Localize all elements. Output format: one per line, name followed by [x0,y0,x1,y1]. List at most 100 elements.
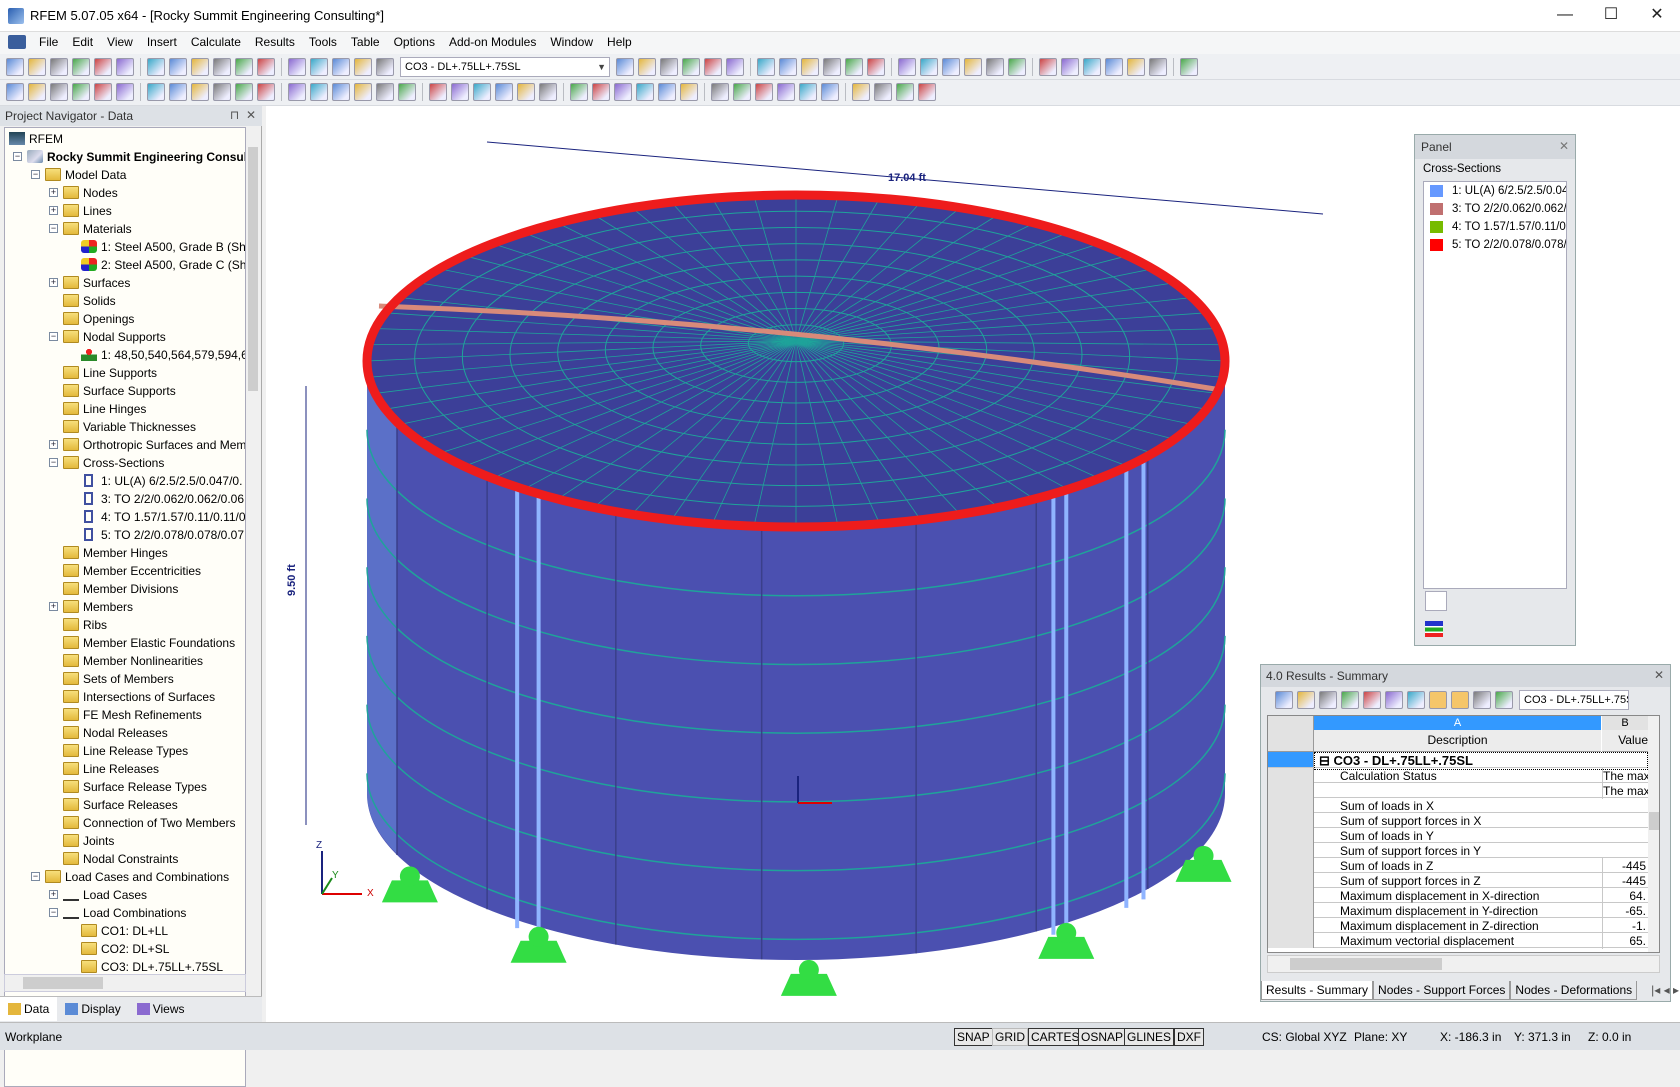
tree-item[interactable]: 1: Steel A500, Grade B (Shape) [5,238,245,256]
menu-file[interactable]: File [32,32,65,52]
toggle-cartes[interactable]: CARTES [1028,1028,1083,1046]
doc-icon[interactable] [8,35,26,49]
menu-insert[interactable]: Insert [140,32,184,52]
report-icon[interactable] [1149,58,1167,76]
expand-icon[interactable]: + [49,440,58,449]
tree-item[interactable]: Connection of Two Members [5,814,245,832]
scale-tool-icon[interactable] [310,83,328,101]
tree-item[interactable]: Nodal Constraints [5,850,245,868]
menu-table[interactable]: Table [344,32,387,52]
guideline-icon[interactable] [451,83,469,101]
table-row[interactable]: The maxi [1268,783,1659,799]
view-x-icon[interactable] [473,83,491,101]
tree-item[interactable]: Variable Thicknesses [5,418,245,436]
filter-icon[interactable] [1105,58,1123,76]
folder-icon[interactable] [310,58,328,76]
table-row[interactable]: Sum of loads in Z -445 [1268,858,1659,874]
pin-icon[interactable]: ⊓ [230,108,239,122]
render-tool-icon[interactable] [733,83,751,101]
load-combination-select[interactable]: CO3 - DL+.75LL+.75SL ▼ [400,57,610,77]
camera-icon[interactable] [1061,58,1079,76]
rotate-icon[interactable] [257,83,275,101]
row-header[interactable] [1268,783,1314,798]
menu-window[interactable]: Window [543,32,600,52]
tree-item[interactable]: Line Release Types [5,742,245,760]
collapse-icon[interactable]: − [31,170,40,179]
solid-icon[interactable] [94,83,112,101]
collapse-icon[interactable]: − [49,458,58,467]
tree-item[interactable]: + Lines [5,202,245,220]
save-all-icon[interactable] [50,58,68,76]
group-row[interactable]: ⊟ CO3 - DL+.75LL+.75SL [1268,752,1659,770]
tree-item[interactable]: − Cross-Sections [5,454,245,472]
table-row[interactable]: Sum of support forces in Z -445 [1268,873,1659,889]
member-tool-icon[interactable] [50,83,68,101]
tree-horizontal-scrollbar[interactable] [4,974,246,992]
render-icon[interactable] [801,58,819,76]
comment-icon[interactable] [429,83,447,101]
view-z-icon[interactable] [517,83,535,101]
menu-edit[interactable]: Edit [65,32,100,52]
tree-item[interactable]: Joints [5,832,245,850]
node-icon[interactable] [964,58,982,76]
transparent-icon[interactable] [711,83,729,101]
tree-item[interactable]: + Load Cases [5,886,245,904]
navigator-close-icon[interactable]: ✕ [246,108,256,122]
graph-icon[interactable] [1275,691,1293,709]
dimension-icon[interactable] [398,83,416,101]
divide-icon[interactable] [332,83,350,101]
new-icon[interactable] [6,58,24,76]
save-icon[interactable] [94,58,112,76]
table-view-icon[interactable] [1473,691,1491,709]
pan-icon[interactable] [614,83,632,101]
redo-icon[interactable] [191,58,209,76]
legend-icon[interactable] [874,83,892,101]
table-row[interactable]: Sum of loads in Y [1268,828,1659,843]
lighting-icon[interactable] [755,83,773,101]
load-icon[interactable] [213,83,231,101]
load-icon[interactable] [376,58,394,76]
panel-close-icon[interactable]: ✕ [1559,139,1569,153]
tree-item[interactable]: Nodal Releases [5,724,245,742]
row-header[interactable] [1268,888,1314,903]
line-tool-icon[interactable] [28,83,46,101]
solid-view-icon[interactable] [680,83,698,101]
navigator-tab-views[interactable]: Views [129,997,193,1021]
tree-item[interactable]: − Rocky Summit Engineering Consulting [5,148,245,166]
expand-icon[interactable]: + [49,278,58,287]
row-header[interactable] [1268,843,1314,858]
measure-icon[interactable] [376,83,394,101]
maximize-button[interactable]: ☐ [1588,0,1634,32]
undo-icon[interactable] [1429,691,1447,709]
axes-icon[interactable] [986,58,1004,76]
zoom-icon[interactable] [235,58,253,76]
results-tab[interactable]: Nodes - Deformations [1510,981,1638,1000]
row-header[interactable] [1268,858,1314,873]
panel-legend-icon[interactable] [1425,621,1443,637]
tree-item[interactable]: − Materials [5,220,245,238]
values-icon[interactable] [726,58,744,76]
table-icon[interactable] [757,58,775,76]
expand-icon[interactable]: + [49,602,58,611]
section-icon[interactable] [898,58,916,76]
tree-item[interactable]: − Nodal Supports [5,328,245,346]
active-icon[interactable] [845,58,863,76]
settings-icon[interactable] [1083,58,1101,76]
hinge-icon[interactable] [942,58,960,76]
release-icon[interactable] [191,83,209,101]
pdf-icon[interactable] [1180,58,1198,76]
menu-results[interactable]: Results [248,32,302,52]
rotate-view-icon[interactable] [636,83,654,101]
tree-item[interactable]: Line Hinges [5,400,245,418]
export-icon[interactable] [1127,58,1145,76]
menu-add-on-modules[interactable]: Add-on Modules [442,32,543,52]
results-tab[interactable]: Results - Summary [1261,981,1374,1000]
tree-item[interactable]: 2: Steel A500, Grade C (Shape) [5,256,245,274]
node-tool-icon[interactable] [6,83,24,101]
grid-icon[interactable] [779,58,797,76]
layout-icon[interactable] [332,58,350,76]
sort-icon[interactable] [1319,691,1337,709]
mirror-tool-icon[interactable] [288,83,306,101]
tree-item[interactable]: Ribs [5,616,245,634]
iso-icon[interactable] [539,83,557,101]
